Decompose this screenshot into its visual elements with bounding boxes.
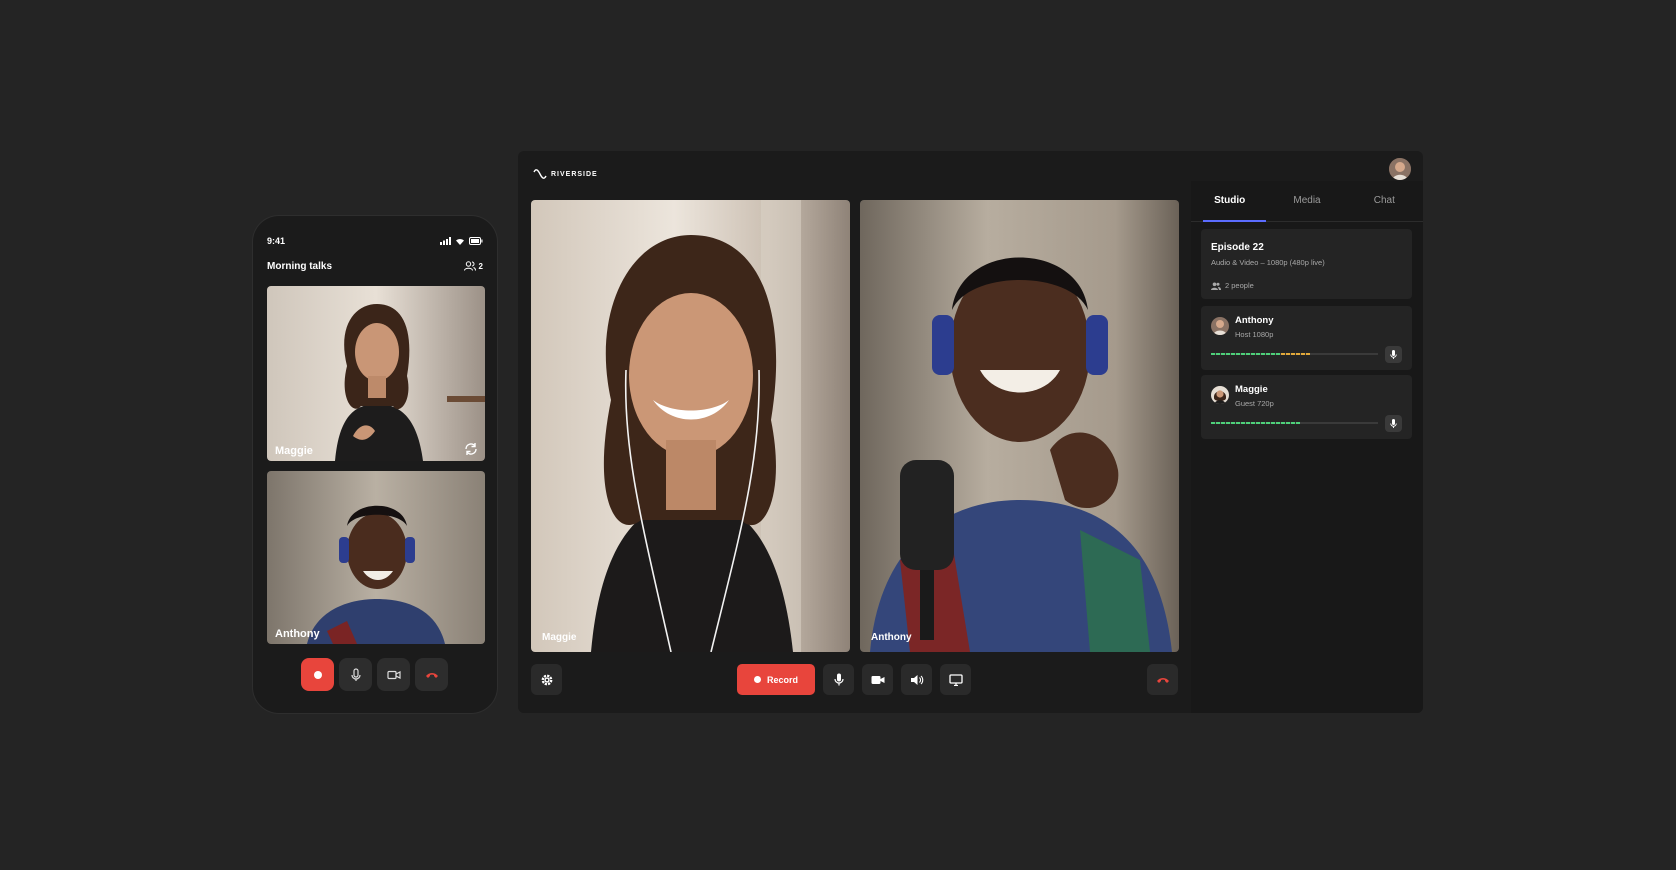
- episode-people: 2 people: [1211, 281, 1254, 290]
- mobile-call-screen: 9:41 Morning talks 2 Maggie Anthony: [253, 216, 497, 713]
- record-label: Record: [766, 674, 798, 685]
- tab-media[interactable]: Media: [1268, 181, 1345, 221]
- settings-button[interactable]: [531, 664, 562, 695]
- tab-chat[interactable]: Chat: [1346, 181, 1423, 221]
- episode-quality: Audio & Video – 1080p (480p live): [1211, 258, 1325, 267]
- brand-logo[interactable]: RIVERSIDE: [533, 169, 598, 179]
- room-title: Morning talks: [267, 260, 333, 272]
- mic-icon: [833, 673, 844, 686]
- screen-share-icon: [948, 673, 963, 686]
- record-icon: [753, 676, 761, 683]
- mic-icon: [1390, 350, 1397, 359]
- audio-level-meter: [1211, 353, 1378, 355]
- mic-icon: [350, 667, 361, 681]
- avatar: [1211, 317, 1229, 335]
- phone-video-tile-anthony[interactable]: Anthony: [267, 471, 485, 644]
- signal-icon: [440, 237, 451, 245]
- avatar-image: [1389, 158, 1411, 180]
- video-tile-anthony[interactable]: Anthony: [860, 200, 1179, 652]
- status-time: 9:41: [267, 236, 286, 246]
- phone-mic-button[interactable]: [339, 658, 372, 691]
- phone-record-button[interactable]: [301, 658, 334, 691]
- participant-card-anthony: Anthony Host 1080p: [1201, 306, 1412, 370]
- record-button[interactable]: Record: [737, 664, 815, 695]
- participant-mic-button[interactable]: [1385, 346, 1402, 363]
- battery-icon: [469, 237, 483, 245]
- tab-studio[interactable]: Studio: [1191, 181, 1268, 222]
- people-icon: [1211, 282, 1221, 290]
- wifi-icon: [456, 238, 464, 245]
- hangup-icon: [1156, 677, 1169, 683]
- user-avatar[interactable]: [1389, 158, 1411, 180]
- mic-icon: [1390, 419, 1397, 428]
- phone-call-controls: [301, 658, 448, 691]
- episode-card: Episode 22 Audio & Video – 1080p (480p l…: [1201, 229, 1412, 299]
- participant-name: Anthony: [1235, 315, 1274, 326]
- camera-switch-icon[interactable]: [463, 441, 479, 457]
- hangup-button[interactable]: [1147, 664, 1178, 695]
- participants-count-value: 2: [478, 261, 483, 271]
- hangup-icon: [425, 672, 438, 678]
- anthony-main-video: [860, 200, 1179, 652]
- speaker-icon: [910, 674, 923, 685]
- panel-tabs: Studio Media Chat: [1191, 181, 1423, 222]
- phone-video-tile-maggie[interactable]: Maggie: [267, 286, 485, 461]
- settings-icon: [541, 674, 552, 685]
- tile-name-maggie: Maggie: [275, 445, 313, 457]
- phone-hangup-button[interactable]: [415, 658, 448, 691]
- record-icon: [313, 670, 322, 679]
- screen-share-button[interactable]: [940, 664, 971, 695]
- maggie-main-video: [531, 200, 850, 652]
- participant-name: Maggie: [1235, 384, 1268, 395]
- tile-name-maggie: Maggie: [542, 632, 577, 643]
- video-tile-maggie[interactable]: Maggie: [531, 200, 850, 652]
- brand-name: RIVERSIDE: [551, 170, 598, 178]
- video-icon: [871, 675, 884, 684]
- riverside-logo-icon: [533, 169, 547, 179]
- call-controls: Record: [737, 664, 971, 695]
- phone-camera-button[interactable]: [377, 658, 410, 691]
- audio-level-meter: [1211, 422, 1378, 424]
- camera-button[interactable]: [862, 664, 893, 695]
- people-icon: [463, 261, 476, 271]
- side-panel: Studio Media Chat Episode 22 Audio & Vid…: [1191, 181, 1423, 713]
- participant-mic-button[interactable]: [1385, 415, 1402, 432]
- participant-role: Host 1080p: [1235, 330, 1274, 339]
- anthony-video: [267, 471, 485, 644]
- participants-count[interactable]: 2: [463, 261, 483, 271]
- tile-name-anthony: Anthony: [275, 628, 320, 640]
- participant-role: Guest 720p: [1235, 399, 1274, 408]
- episode-title: Episode 22: [1211, 242, 1264, 253]
- video-icon: [386, 670, 401, 679]
- maggie-video: [267, 286, 485, 461]
- desktop-studio-window: RIVERSIDE Maggie Anthony Record Studio M…: [518, 151, 1423, 713]
- speaker-button[interactable]: [901, 664, 932, 695]
- avatar: [1211, 386, 1229, 404]
- phone-status-bar: 9:41: [267, 234, 483, 248]
- mic-button[interactable]: [823, 664, 854, 695]
- tile-name-anthony: Anthony: [871, 632, 912, 643]
- participant-card-maggie: Maggie Guest 720p: [1201, 375, 1412, 439]
- episode-people-count: 2 people: [1225, 281, 1254, 290]
